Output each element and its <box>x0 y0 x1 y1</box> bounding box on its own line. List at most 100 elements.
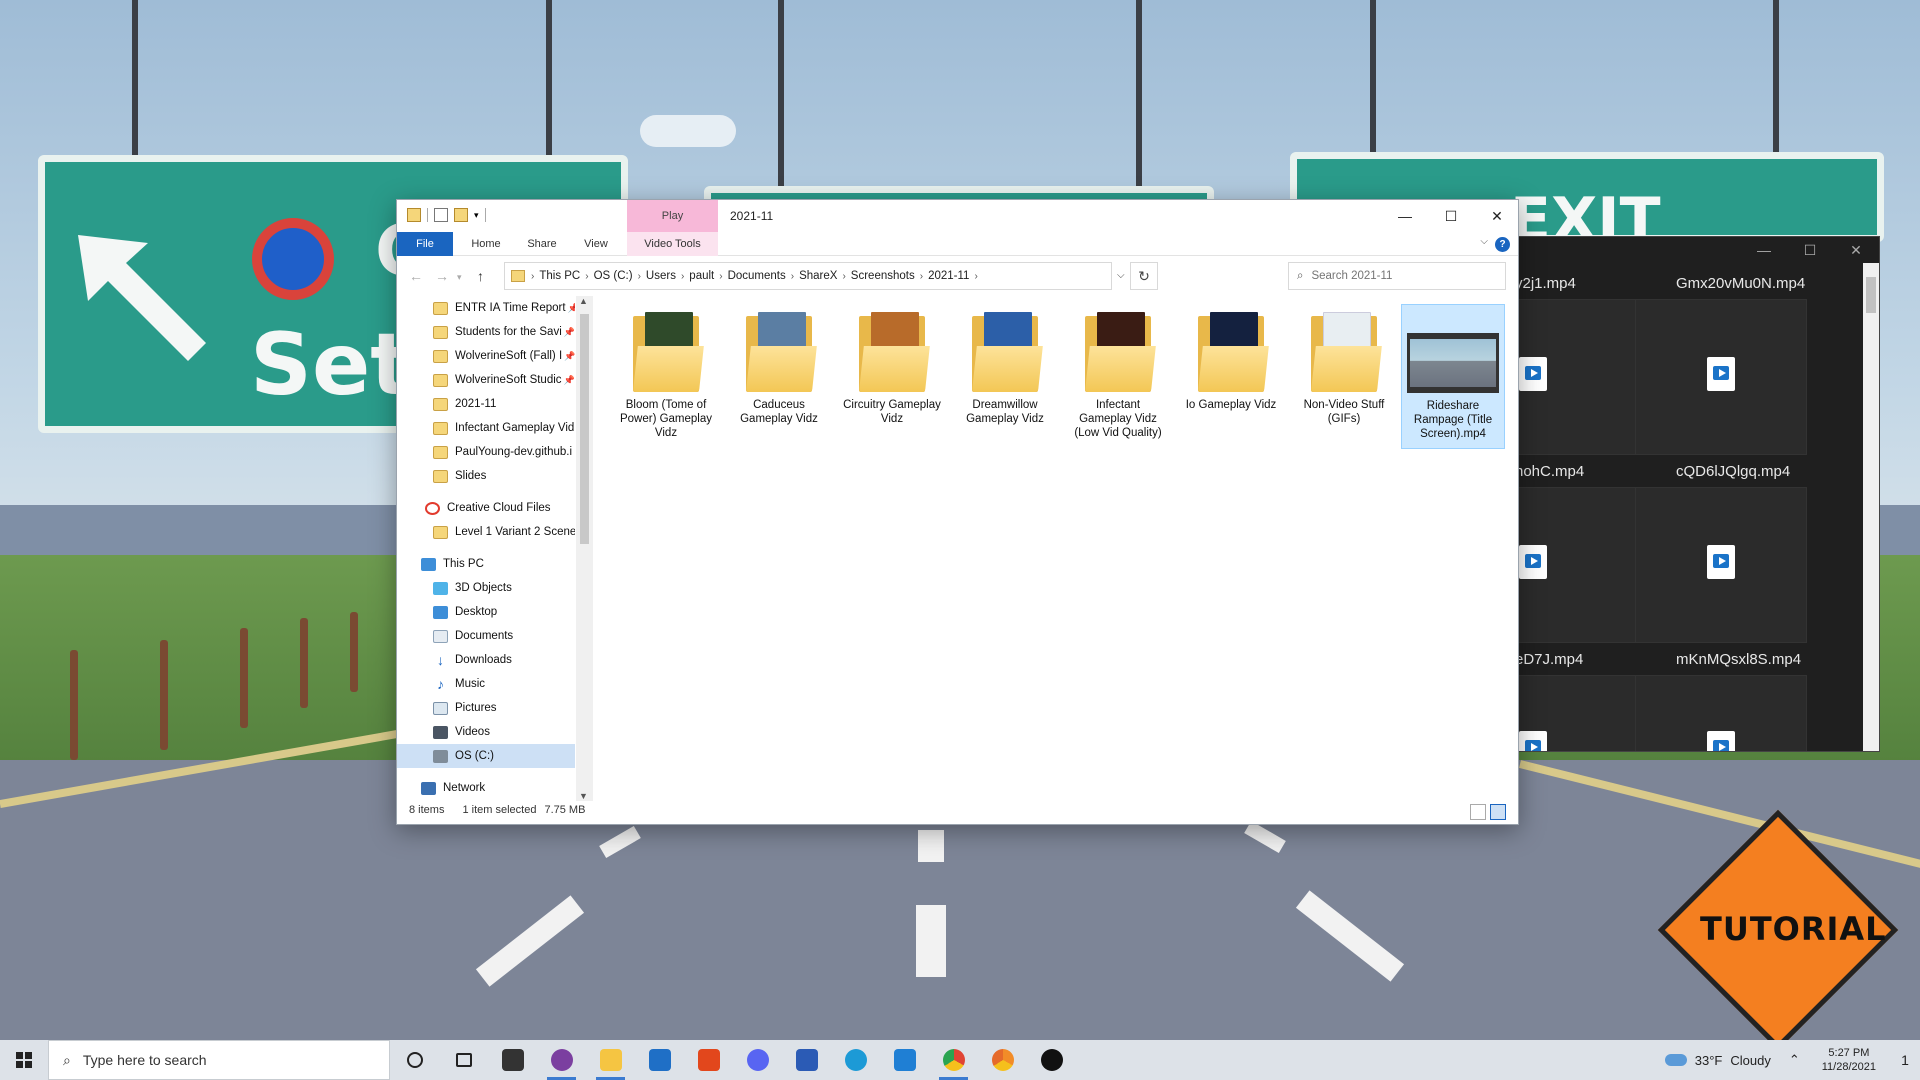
minimize-icon[interactable]: — <box>1741 242 1787 258</box>
media-item-name[interactable]: eD7J.mp4 <box>1515 651 1583 668</box>
nav-item[interactable]: Documents <box>397 624 575 648</box>
edge-icon[interactable] <box>831 1040 880 1080</box>
nav-item[interactable]: Infectant Gameplay Vid <box>397 416 575 440</box>
tab-file[interactable]: File <box>397 232 453 256</box>
nav-item[interactable]: Slides <box>397 464 575 488</box>
nav-item[interactable]: Level 1 Variant 2 Scene- <box>397 520 575 544</box>
chevron-right-icon[interactable]: › <box>638 271 641 282</box>
nav-item[interactable]: 3D Objects <box>397 576 575 600</box>
nav-scrollbar[interactable]: ▲ ▼ <box>576 296 593 801</box>
weather-widget[interactable]: 33°F Cloudy <box>1664 1053 1771 1068</box>
folder-item[interactable]: Dreamwillow Gameplay Vidz <box>953 304 1057 449</box>
video-file-item[interactable]: Rideshare Rampage (Title Screen).mp4 <box>1401 304 1505 449</box>
chevron-right-icon[interactable]: › <box>842 271 845 282</box>
notification-icon[interactable]: 1 <box>1890 1052 1920 1068</box>
back-icon[interactable]: ← <box>409 268 423 284</box>
scroll-up-icon[interactable]: ▲ <box>579 296 588 306</box>
customize-toolbar-icon[interactable]: ▾ <box>474 210 479 221</box>
help-button[interactable]: ? <box>1495 237 1510 252</box>
chevron-right-icon[interactable]: › <box>531 271 534 282</box>
breadcrumb-item[interactable]: ShareX <box>799 270 837 282</box>
tab-video-tools[interactable]: Video Tools <box>627 232 718 256</box>
nav-item[interactable]: Videos <box>397 720 575 744</box>
tab-home[interactable]: Home <box>461 232 511 256</box>
nav-item[interactable]: Pictures <box>397 696 575 720</box>
cortana-icon[interactable] <box>390 1040 439 1080</box>
chevron-right-icon[interactable]: › <box>681 271 684 282</box>
maximize-button[interactable]: ☐ <box>1428 200 1474 232</box>
start-button[interactable] <box>0 1040 48 1080</box>
scrollbar-thumb[interactable] <box>580 314 589 544</box>
media-player-window[interactable]: — ☐ ✕ y2j1.mp4 Gmx20vMu0N.mp4 nohC.mp4 c… <box>1510 236 1880 752</box>
clock[interactable]: 5:27 PM 11/28/2021 <box>1822 1046 1876 1074</box>
file-explorer-icon[interactable] <box>586 1040 635 1080</box>
new-folder-icon[interactable] <box>454 208 468 222</box>
nav-item[interactable]: WolverineSoft Studic 📌 <box>397 368 575 392</box>
minimize-button[interactable]: — <box>1382 200 1428 232</box>
github-desktop-icon[interactable] <box>537 1040 586 1080</box>
properties-icon[interactable] <box>434 208 448 222</box>
address-dropdown-icon[interactable]: ⌵ <box>1117 270 1125 281</box>
vscode-icon[interactable] <box>880 1040 929 1080</box>
nav-item[interactable]: PaulYoung-dev.github.i <box>397 440 575 464</box>
large-icons-view-icon[interactable] <box>1490 804 1506 820</box>
nav-item[interactable]: Network <box>397 776 575 800</box>
tab-share[interactable]: Share <box>517 232 567 256</box>
expand-ribbon-icon[interactable]: ⌵ <box>1480 236 1488 247</box>
chevron-right-icon[interactable]: › <box>791 271 794 282</box>
discord-icon[interactable] <box>733 1040 782 1080</box>
chevron-up-icon[interactable]: ⌃ <box>1789 1052 1800 1068</box>
folder-item[interactable]: Bloom (Tome of Power) Gameplay Vidz <box>614 304 718 449</box>
task-view-icon[interactable] <box>439 1040 488 1080</box>
nav-item[interactable]: 2021-11 <box>397 392 575 416</box>
nav-item[interactable]: OS (C:) <box>397 744 575 768</box>
nav-item[interactable]: Creative Cloud Files <box>397 496 575 520</box>
close-icon[interactable]: ✕ <box>1833 242 1879 259</box>
taskbar-search[interactable]: ⌕ Type here to search <box>48 1040 390 1080</box>
media-item-name[interactable]: nohC.mp4 <box>1515 463 1584 480</box>
folder-item[interactable]: Caduceus Gameplay Vidz <box>727 304 831 449</box>
scroll-down-icon[interactable]: ▼ <box>579 791 588 801</box>
refresh-icon[interactable]: ↻ <box>1130 262 1158 290</box>
forward-icon[interactable]: → <box>435 268 449 284</box>
address-bar[interactable]: › This PC › OS (C:) › Users › pault › Docume… <box>504 262 1112 290</box>
chrome-icon[interactable] <box>929 1040 978 1080</box>
media-scrollbar[interactable] <box>1863 263 1879 751</box>
media-item-name[interactable]: cQD6lJQlgq.mp4 <box>1676 463 1790 480</box>
word-icon[interactable] <box>782 1040 831 1080</box>
chevron-right-icon[interactable]: › <box>585 271 588 282</box>
folder-item[interactable]: Non-Video Stuff (GIFs) <box>1292 304 1396 449</box>
maximize-icon[interactable]: ☐ <box>1787 242 1833 259</box>
office-icon[interactable] <box>684 1040 733 1080</box>
tab-view[interactable]: View <box>572 232 620 256</box>
breadcrumb-item[interactable]: pault <box>689 270 714 282</box>
folder-item[interactable]: Infectant Gameplay Vidz (Low Vid Quality… <box>1066 304 1170 449</box>
breadcrumb-item[interactable]: This PC <box>539 270 580 282</box>
breadcrumb-item[interactable]: Screenshots <box>851 270 915 282</box>
recent-locations-icon[interactable]: ▾ <box>457 272 462 283</box>
up-icon[interactable]: ↑ <box>477 268 484 284</box>
chevron-right-icon[interactable]: › <box>974 271 977 282</box>
nav-item[interactable]: Students for the Savi 📌 <box>397 320 575 344</box>
media-item-name[interactable]: Gmx20vMu0N.mp4 <box>1676 275 1805 292</box>
breadcrumb-item[interactable]: Users <box>646 270 676 282</box>
breadcrumb-item[interactable]: OS (C:) <box>594 270 633 282</box>
nav-item[interactable]: WolverineSoft (Fall) I 📌 <box>397 344 575 368</box>
search-box[interactable]: ⌕ <box>1288 262 1506 290</box>
nav-item[interactable]: ♪ Music <box>397 672 575 696</box>
nav-item[interactable]: ↓ Downloads <box>397 648 575 672</box>
media-item-name[interactable]: mKnMQsxl8S.mp4 <box>1676 651 1801 668</box>
chevron-right-icon[interactable]: › <box>719 271 722 282</box>
details-view-icon[interactable] <box>1470 804 1486 820</box>
folder-item[interactable]: Circuitry Gameplay Vidz <box>840 304 944 449</box>
nav-item[interactable]: ENTR IA Time Report 📌 <box>397 296 575 320</box>
play-context-tab[interactable]: Play <box>627 200 718 232</box>
breadcrumb-item[interactable]: Documents <box>728 270 786 282</box>
chevron-right-icon[interactable]: › <box>920 271 923 282</box>
media-item-name[interactable]: y2j1.mp4 <box>1515 275 1576 292</box>
unreal-engine-icon[interactable] <box>1027 1040 1076 1080</box>
mail-icon[interactable] <box>635 1040 684 1080</box>
close-button[interactable]: ✕ <box>1474 200 1520 232</box>
scrollbar-thumb[interactable] <box>1866 277 1876 313</box>
folder-item[interactable]: Io Gameplay Vidz <box>1179 304 1283 449</box>
